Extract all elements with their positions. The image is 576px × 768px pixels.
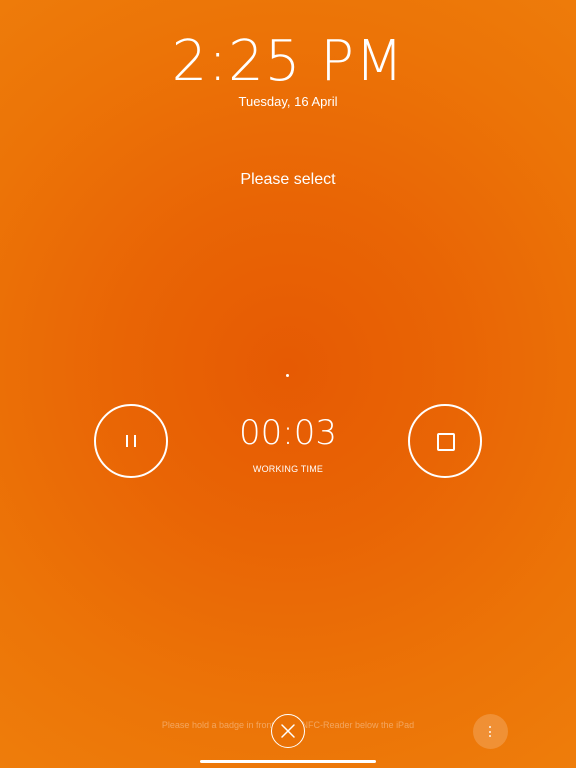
- home-indicator[interactable]: [200, 760, 376, 763]
- current-date: Tuesday, 16 April: [238, 94, 338, 109]
- more-vertical-icon: [489, 726, 491, 728]
- status-prompt: Please select: [240, 171, 336, 188]
- current-time: 2:25 PM: [171, 29, 405, 94]
- stop-icon: [437, 433, 455, 451]
- activity-dot: [286, 374, 289, 377]
- working-time-label: WORKING TIME: [252, 464, 324, 474]
- close-button[interactable]: [271, 714, 305, 748]
- working-timer: 00:03: [239, 413, 337, 453]
- more-button[interactable]: [473, 714, 508, 749]
- stop-button[interactable]: [408, 404, 482, 478]
- close-icon: [281, 724, 295, 738]
